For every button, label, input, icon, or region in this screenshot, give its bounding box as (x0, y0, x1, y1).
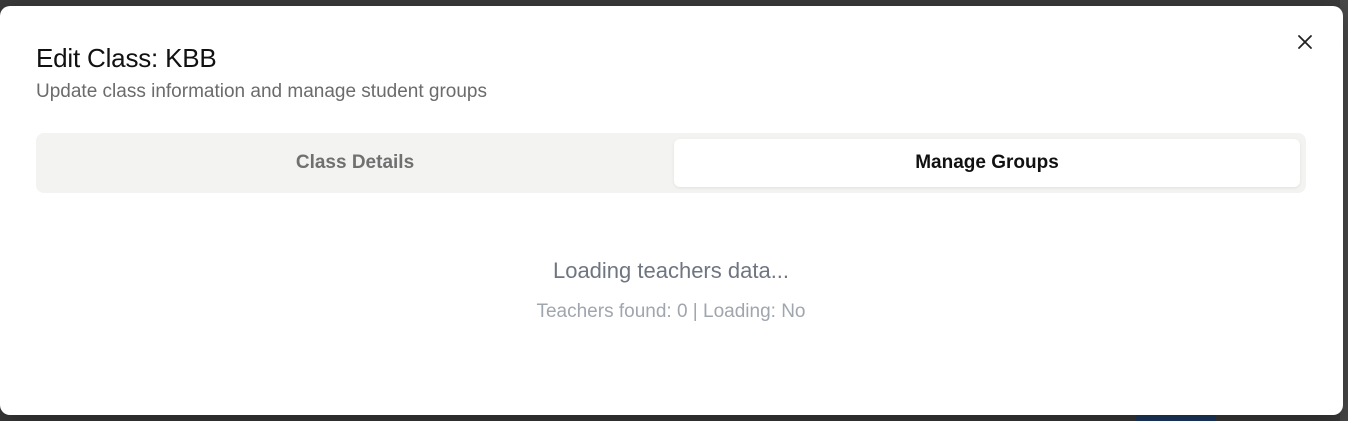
loading-message: Loading teachers data... (552, 258, 790, 283)
close-icon (1298, 35, 1312, 49)
dialog-header: Edit Class: KBB Update class information… (36, 42, 487, 104)
tab-manage-groups[interactable]: Manage Groups (674, 139, 1300, 187)
tab-class-details[interactable]: Class Details (42, 139, 668, 187)
dialog-title: Edit Class: KBB (36, 43, 217, 73)
backdrop-element (1136, 415, 1216, 421)
loading-status: Teachers found: 0 | Loading: No (536, 301, 806, 322)
close-button[interactable] (1293, 30, 1317, 54)
tab-panel-manage-groups: Loading teachers data... Teachers found:… (36, 256, 1306, 324)
edit-class-dialog: Edit Class: KBB Update class information… (0, 6, 1343, 415)
tab-list: Class Details Manage Groups (36, 133, 1306, 193)
dialog-subtitle: Update class information and manage stud… (36, 81, 487, 102)
